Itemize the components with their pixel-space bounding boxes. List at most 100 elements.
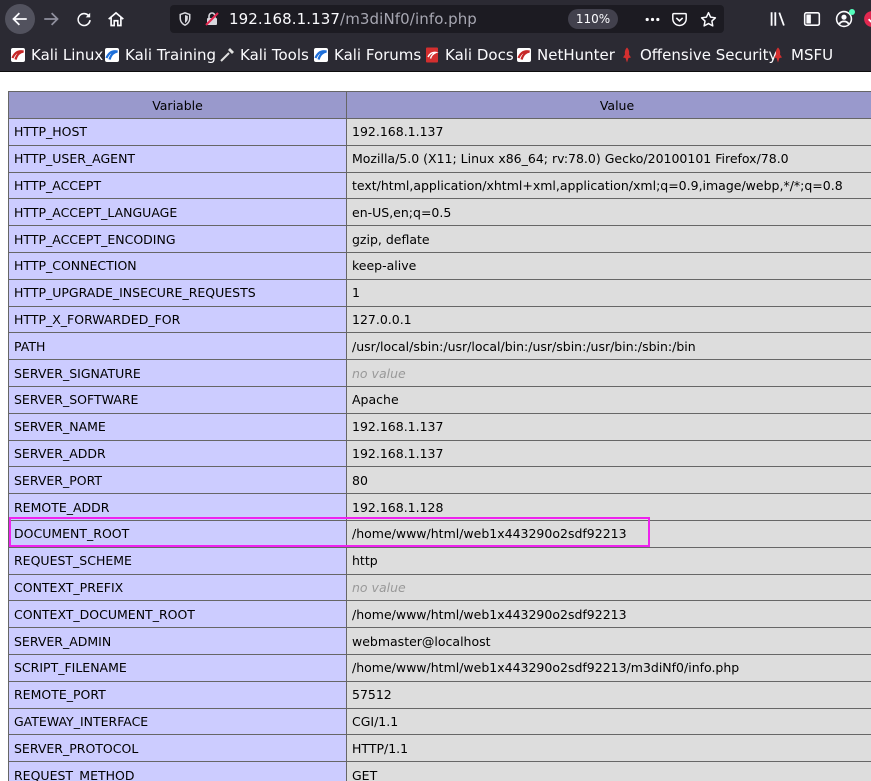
variable-value-cell: 57512 [346,680,871,709]
variable-name-cell: SERVER_PORT [8,466,347,495]
bookmark-msfu[interactable]: MSFU [770,45,833,65]
bookmark-offensive-security[interactable]: Offensive Security [619,45,777,65]
variable-name-cell: HTTP_USER_AGENT [8,144,347,173]
url-text[interactable]: 192.168.1.137/m3diNf0/info.php [229,10,477,28]
no-value-text: no value [352,365,406,381]
star-icon[interactable] [699,10,717,28]
table-row: SERVER_NAME 192.168.1.137 [8,412,871,441]
bookmark-label: NetHunter [537,46,615,64]
browser-navbar: 192.168.1.137/m3diNf0/info.php 110% [0,0,871,38]
variable-value-cell: Mozilla/5.0 (X11; Linux x86_64; rv:78.0)… [346,144,871,173]
variable-name-cell: SERVER_ADMIN [8,627,347,655]
variable-value-cell: en-US,en;q=0.5 [346,198,871,227]
table-row: SERVER_ADMIN webmaster@localhost [8,627,871,655]
variable-value-cell: 1 [346,278,871,307]
variable-name-cell: REMOTE_ADDR [8,493,347,521]
table-header-row: Variable Value [8,91,871,119]
variable-name-cell: PATH [8,332,347,361]
environment-variables-table: Variable Value HTTP_HOST 192.168.1.137 HTT… [8,91,871,781]
bookmark-label: Kali Training [125,46,217,64]
variable-value-cell: /home/www/html/web1x443290o2sdf92213 [346,519,871,548]
variable-name-cell: HTTP_ACCEPT [8,171,347,200]
variable-name-cell: CONTEXT_DOCUMENT_ROOT [8,600,347,629]
bookmark-nethunter[interactable]: NetHunter [516,45,615,65]
variable-value-cell: 192.168.1.128 [346,493,871,521]
table-row: PATH/usr/local/sbin:/usr/local/bin:/usr/… [8,332,871,361]
variable-value-cell: text/html,application/xhtml+xml,applicat… [346,171,871,200]
kali-tools-icon [219,47,235,63]
variable-value-cell: 192.168.1.137 [346,439,871,468]
bookmark-label: Offensive Security [640,46,778,64]
page-content: Variable Value HTTP_HOST 192.168.1.137 HTT… [0,73,871,781]
table-row: HTTP_HOST 192.168.1.137 [8,118,871,146]
variable-value-cell: 80 [346,466,871,495]
no-value-text: no value [352,579,406,595]
offsec-icon [619,47,635,63]
zoom-level-badge[interactable]: 110% [568,9,618,29]
table-row: REMOTE_ADDR 192.168.1.128 [8,493,871,521]
bookmark-kali-linux[interactable]: Kali Linux [10,45,103,65]
table-row: HTTP_CONNECTION keep-alive [8,251,871,280]
sidebar-icon[interactable] [802,9,822,29]
msfu-icon [770,47,786,63]
variable-value-cell: /home/www/html/web1x443290o2sdf92213 [346,600,871,629]
variable-value-cell: Apache [346,385,871,414]
variable-name-cell: SERVER_NAME [8,412,347,441]
home-icon[interactable] [101,4,131,34]
pocket-icon[interactable] [670,10,688,28]
bookmarks-toolbar: Kali Linux Kali Training Kali Tools Kali… [0,38,871,72]
bookmark-kali-training[interactable]: Kali Training [104,45,216,65]
insecure-lock-icon[interactable] [204,11,220,27]
table-row: SERVER_PORT 80 [8,466,871,495]
variable-value-cell: 192.168.1.137 [346,118,871,146]
variable-name-cell: REQUEST_METHOD [8,761,347,781]
bookmark-kali-tools[interactable]: Kali Tools [219,45,309,65]
variable-name-cell: REQUEST_SCHEME [8,546,347,575]
variable-name-cell: GATEWAY_INTERFACE [8,707,347,736]
variable-value-cell: no value [346,359,871,387]
table-row: GATEWAY_INTERFACE CGI/1.1 [8,707,871,736]
column-header-value: Value [346,91,871,119]
variable-name-cell: SERVER_PROTOCOL [8,734,347,763]
bookmark-label: Kali Forums [334,46,422,64]
table-row: HTTP_ACCEPT text/html,application/xhtml+x… [8,171,871,200]
variable-value-cell: webmaster@localhost [346,627,871,655]
table-row: DOCUMENT_ROOT/home/www/html/web1x443290o… [8,519,871,548]
bookmark-label: Kali Linux [31,46,104,64]
table-row: HTTP_X_FORWARDED_FOR 127.0.0.1 [8,305,871,334]
variable-name-cell: SERVER_ADDR [8,439,347,468]
table-row: HTTP_USER_AGENT Mozilla/5.0 (X11; Linux x… [8,144,871,173]
bookmark-label: MSFU [791,46,834,64]
variable-value-cell: 127.0.0.1 [346,305,871,334]
shield-icon[interactable] [177,11,193,27]
table-row: REQUEST_METHOD GET [8,761,871,781]
variable-name-cell: HTTP_UPGRADE_INSECURE_REQUESTS [8,278,347,307]
variable-value-cell: gzip, deflate [346,225,871,253]
reload-icon[interactable] [69,4,99,34]
bookmark-kali-forums[interactable]: Kali Forums [313,45,421,65]
table-row: CONTEXT_DOCUMENT_ROOT/home/www/html/web1… [8,600,871,629]
bookmark-kali-docs[interactable]: Kali Docs [424,45,514,65]
variable-value-cell: GET [346,761,871,781]
variable-value-cell: HTTP/1.1 [346,734,871,763]
bookmark-label: Kali Tools [240,46,309,64]
kali-forums-icon [313,47,329,63]
library-icon[interactable] [768,9,788,29]
table-row: SERVER_SIGNATURE no value [8,359,871,387]
url-bar[interactable]: 192.168.1.137/m3diNf0/info.php 110% [170,5,724,33]
kali-training-icon [104,47,120,63]
back-arrow-icon[interactable] [5,4,35,34]
variable-value-cell: keep-alive [346,251,871,280]
forward-arrow-icon[interactable] [36,4,66,34]
kali-icon [10,47,26,63]
variable-value-cell: CGI/1.1 [346,707,871,736]
url-path: /m3diNf0/info.php [340,10,477,28]
variable-name-cell: SERVER_SIGNATURE [8,359,347,387]
variable-name-cell: SCRIPT_FILENAME [8,653,347,682]
table-row: SERVER_PROTOCOL HTTP/1.1 [8,734,871,763]
extension-icon[interactable] [862,9,871,29]
variable-name-cell: HTTP_CONNECTION [8,251,347,280]
column-header-variable: Variable [8,91,347,119]
more-dots-icon[interactable] [643,10,661,28]
nethunter-icon [516,47,532,63]
